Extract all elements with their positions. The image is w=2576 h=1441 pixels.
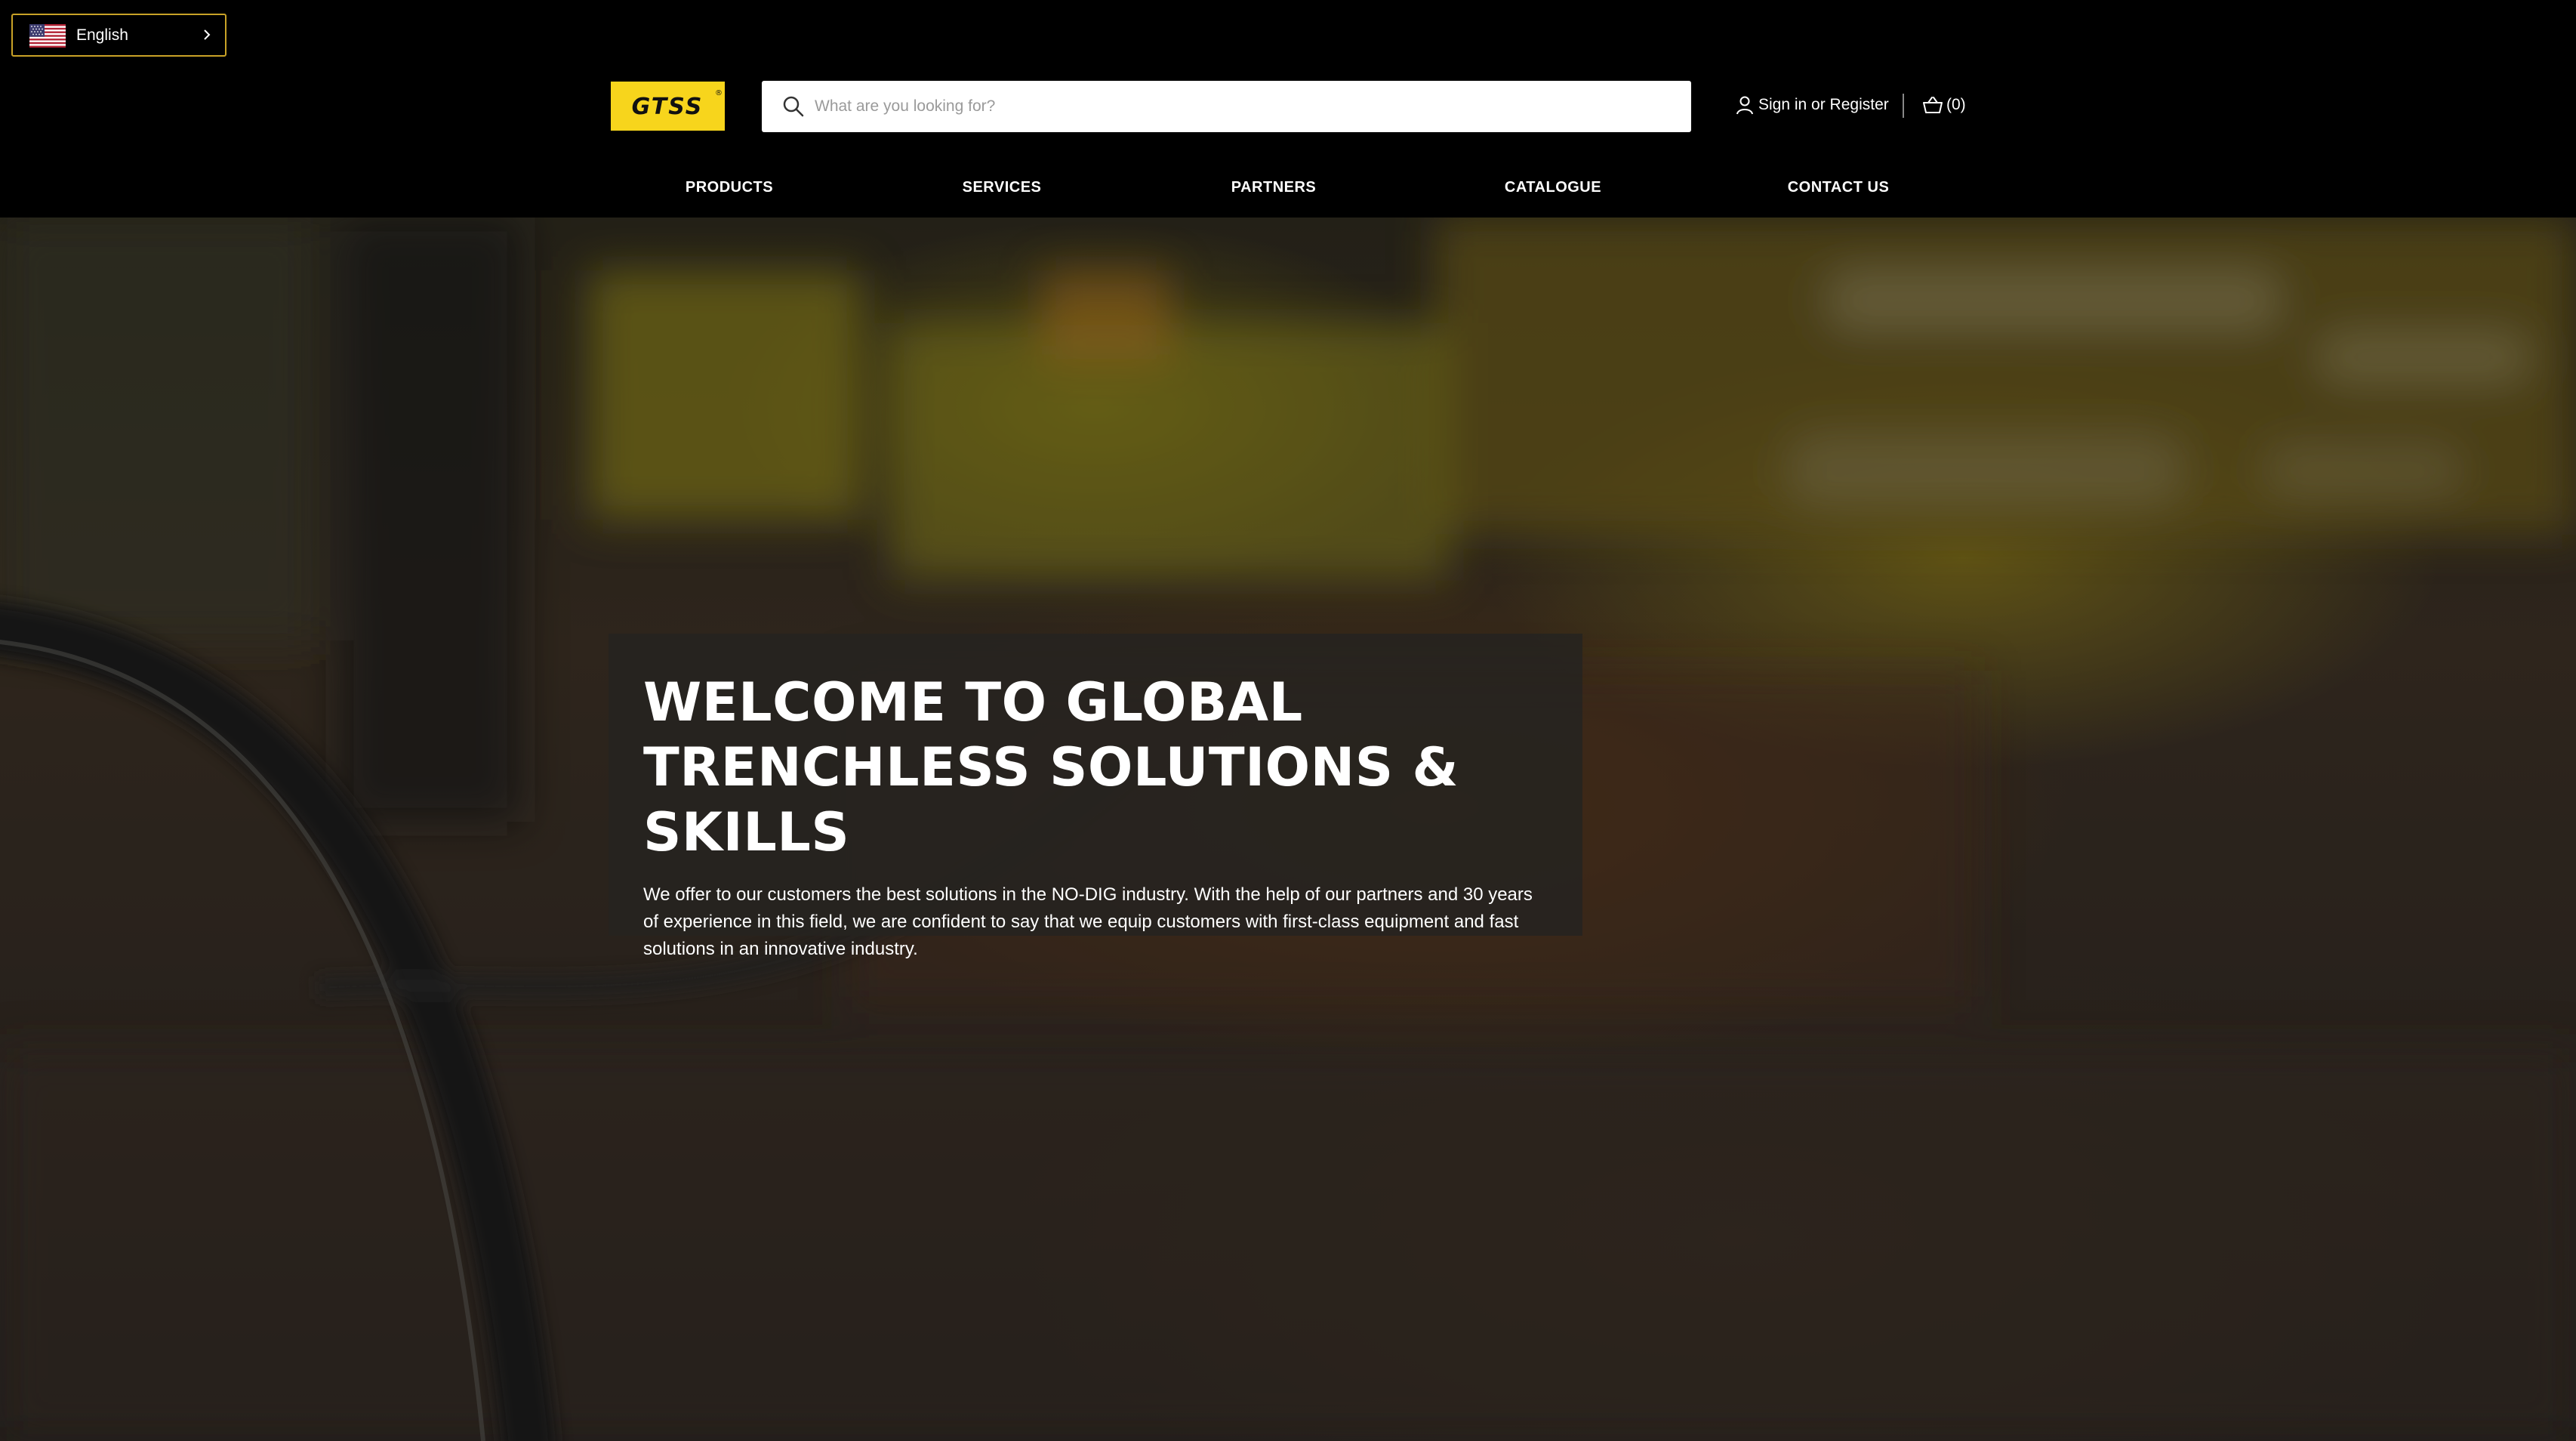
basket-icon <box>1923 97 1943 113</box>
nav-item-contact-us[interactable]: CONTACT US <box>1788 166 1890 208</box>
search-icon <box>783 96 804 117</box>
svg-text:®: ® <box>715 89 723 97</box>
hero-banner: WELCOME TO GLOBAL TRENCHLESS SOLUTIONS &… <box>0 218 2576 1441</box>
account-label: Sign in or Register <box>1758 96 1889 113</box>
language-label: English <box>76 26 128 44</box>
cart-count: (0) <box>1946 96 1966 113</box>
search-bar[interactable] <box>762 81 1691 132</box>
hero-description: We offer to our customers the best solut… <box>643 884 1533 959</box>
main-nav: PRODUCTS SERVICES PARTNERS CATALOGUE CON… <box>0 166 2576 208</box>
language-selector[interactable]: English <box>11 14 226 57</box>
header-divider <box>1903 94 1904 118</box>
site-logo[interactable]: GTSS ® <box>611 82 725 131</box>
sign-in-register-link[interactable]: Sign in or Register <box>1736 92 1889 118</box>
cart-link[interactable]: (0) <box>1922 92 1966 118</box>
nav-item-catalogue[interactable]: CATALOGUE <box>1505 166 1601 208</box>
nav-item-services[interactable]: SERVICES <box>963 166 1042 208</box>
gtss-logo-mark: GTSS ® <box>611 82 725 131</box>
hero-content-card: WELCOME TO GLOBAL TRENCHLESS SOLUTIONS &… <box>609 634 1582 959</box>
chevron-right-icon <box>204 29 211 40</box>
svg-text:GTSS: GTSS <box>632 94 704 120</box>
nav-item-products[interactable]: PRODUCTS <box>686 166 773 208</box>
user-icon <box>1736 96 1753 115</box>
search-input[interactable] <box>813 81 1674 132</box>
page: English GTSS ® Sign in or Re <box>0 0 2576 1441</box>
nav-item-partners[interactable]: PARTNERS <box>1231 166 1317 208</box>
us-flag-icon <box>29 24 66 48</box>
site-header: English GTSS ® Sign in or Re <box>0 0 2576 218</box>
hero-title: WELCOME TO GLOBAL TRENCHLESS SOLUTIONS &… <box>643 671 1459 863</box>
